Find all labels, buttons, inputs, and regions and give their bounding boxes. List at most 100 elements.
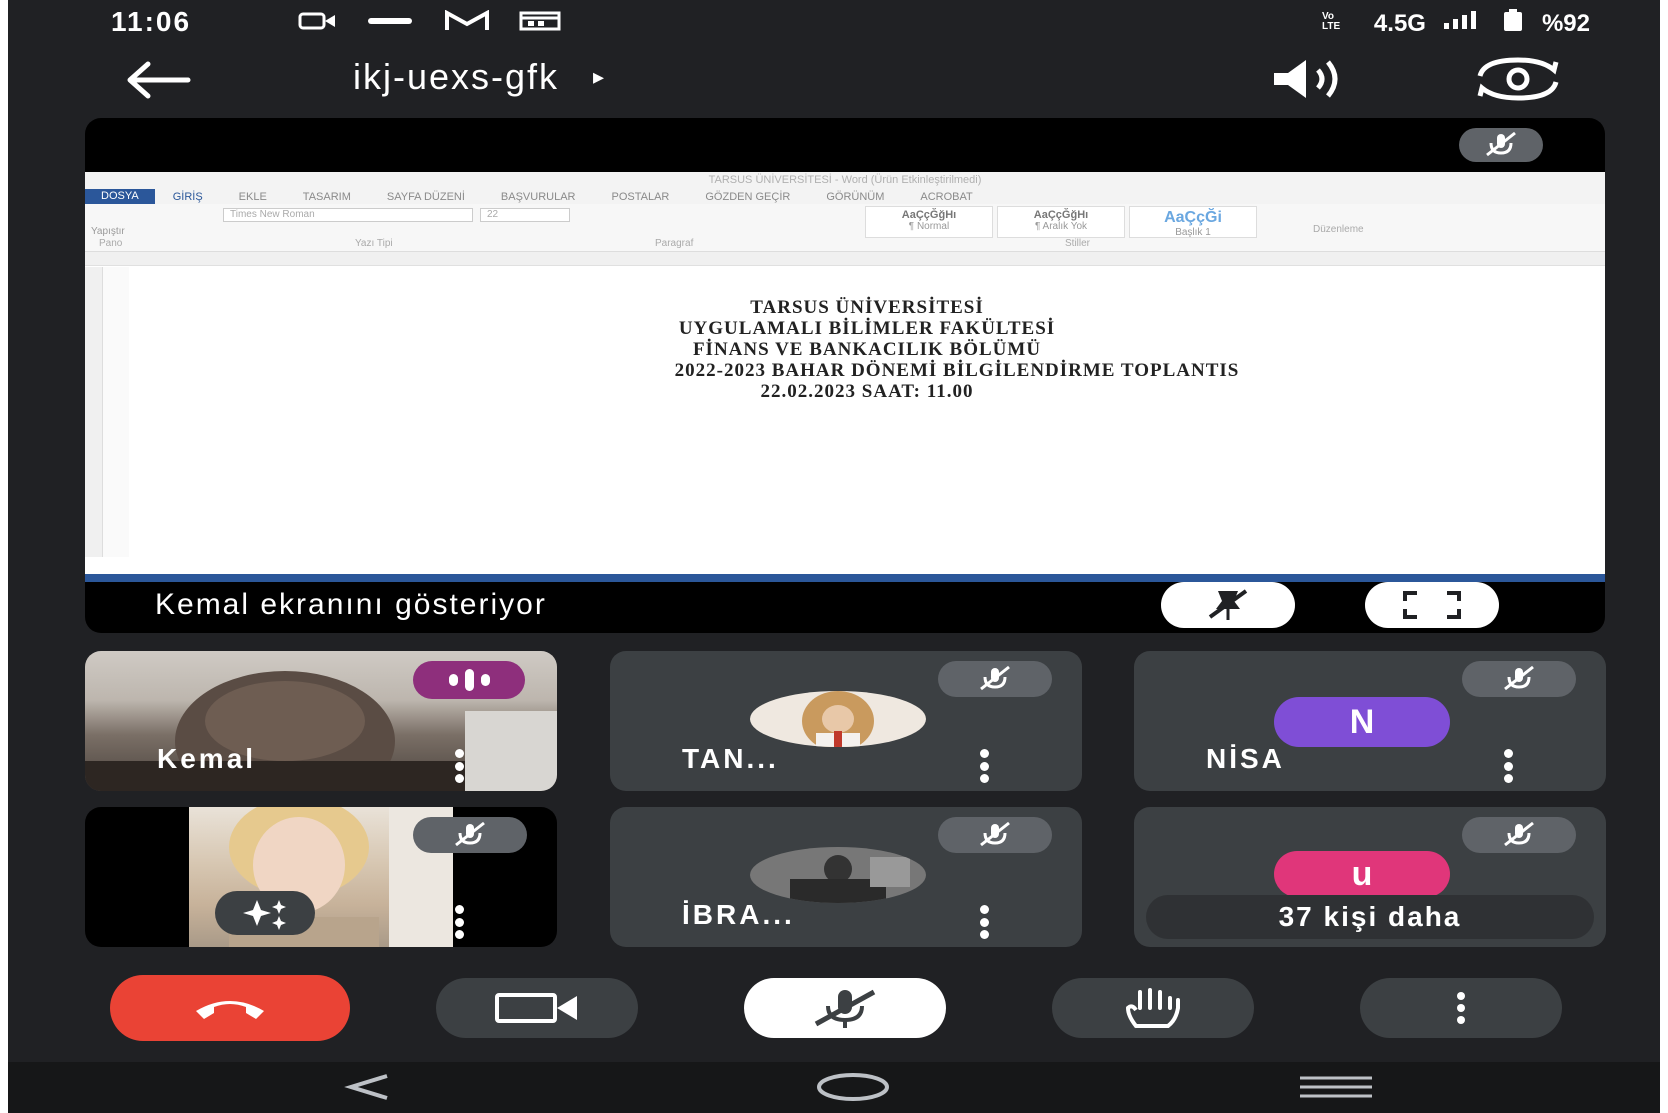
word-tab-giris: GİRİŞ — [172, 190, 203, 203]
participant-avatar — [750, 691, 926, 747]
participant-options-button[interactable] — [449, 749, 469, 783]
unpin-button[interactable] — [1161, 582, 1295, 628]
participant-options-button[interactable] — [1498, 749, 1518, 783]
mic-off-icon — [980, 665, 1010, 691]
self-options-button[interactable] — [449, 905, 469, 939]
nav-recents-button[interactable] — [1296, 1070, 1376, 1104]
switch-camera-button[interactable] — [1470, 54, 1566, 104]
back-arrow-icon — [127, 61, 191, 99]
camera-button[interactable] — [436, 978, 638, 1038]
effects-button[interactable] — [215, 891, 315, 935]
fullscreen-button[interactable] — [1365, 582, 1499, 628]
self-view-tile[interactable] — [85, 807, 557, 947]
word-font-name: Times New Roman — [223, 208, 473, 222]
nav-home-button[interactable] — [813, 1070, 893, 1104]
doc-line: FİNANS VE BANKACILIK BÖLÜMÜ — [692, 339, 1042, 360]
participant-tile-ibra[interactable]: İBRA... — [610, 807, 1082, 947]
audio-bar — [480, 674, 490, 686]
word-title: TARSUS ÜNİVERSİTESİ - Word (Ürün Etkinle… — [708, 174, 982, 186]
word-font-size: 22 — [480, 208, 570, 222]
word-style-name: Başlık 1 — [1175, 227, 1211, 238]
meet-screen: 11:06 Vo LTE 4.5G %92 ikj-uexs-gfk ▸ TAR… — [8, 0, 1660, 1113]
word-style-name: ¶ Normal — [908, 221, 950, 232]
word-tab-postalar: POSTALAR — [611, 190, 670, 203]
audio-bar — [448, 674, 458, 686]
word-style-sample: AaÇçĞğHı — [901, 209, 957, 221]
participant-avatar: N — [1274, 697, 1450, 747]
word-style-normal: AaÇçĞğHı ¶ Normal — [865, 206, 993, 238]
network-type: 4.5G — [1373, 9, 1426, 37]
meeting-header: ikj-uexs-gfk ▸ — [8, 46, 1660, 116]
nav-home-icon — [817, 1073, 889, 1101]
more-options-button[interactable] — [1360, 978, 1562, 1038]
screen-share-tile[interactable]: TARSUS ÜNİVERSİTESİ - Word (Ürün Etkinle… — [85, 118, 1605, 633]
participant-name: TAN... — [682, 743, 779, 774]
status-notification-icons — [298, 10, 562, 32]
mic-off-icon — [1504, 821, 1534, 847]
doc-line: UYGULAMALI BİLİMLER FAKÜLTESİ — [678, 318, 1056, 339]
participant-avatar — [750, 847, 926, 903]
more-participants-tile[interactable]: u 37 kişi daha — [1134, 807, 1606, 947]
word-group-pano: Pano — [99, 238, 123, 249]
nav-recents-icon — [1300, 1076, 1372, 1098]
word-ribbon-tabs: DOSYA GİRİŞ EKLE TASARIM SAYFA DÜZENİ BA… — [85, 189, 1605, 204]
participant-mute-badge — [938, 817, 1052, 853]
word-group-stiller: Stiller — [1065, 238, 1091, 249]
speaker-button[interactable] — [1266, 56, 1356, 102]
participant-tile-tan[interactable]: TAN... — [610, 651, 1082, 791]
word-style-sample: AaÇçĞi — [1164, 209, 1222, 226]
gmail-icon — [444, 10, 490, 32]
signal-icon — [1440, 9, 1484, 38]
participant-mute-badge — [1462, 661, 1576, 697]
word-style-sample: AaÇçĞğHı — [1033, 209, 1089, 221]
word-vertical-ruler — [85, 267, 103, 557]
word-title-bar: TARSUS ÜNİVERSİTESİ - Word (Ürün Etkinle… — [85, 172, 1605, 189]
microphone-button[interactable] — [744, 978, 946, 1038]
word-tab-acrobat: ACROBAT — [920, 190, 973, 203]
back-button[interactable] — [118, 58, 198, 102]
video-camera-icon — [495, 993, 577, 1023]
word-tab-sayfa-duzeni: SAYFA DÜZENİ — [386, 190, 465, 203]
mic-off-icon — [455, 821, 485, 847]
pin-off-icon — [1208, 589, 1248, 620]
shared-word-window: TARSUS ÜNİVERSİTESİ - Word (Ürün Etkinle… — [85, 172, 1605, 582]
calendar-icon — [518, 10, 562, 32]
raise-hand-button[interactable] — [1052, 978, 1254, 1038]
battery-percent: %92 — [1541, 9, 1590, 37]
hand-icon — [1126, 988, 1180, 1028]
battery-icon — [1498, 8, 1528, 39]
word-ruler — [85, 252, 1605, 266]
participant-name: İBRA... — [682, 899, 795, 930]
meeting-code-button[interactable]: ikj-uexs-gfk ▸ — [353, 56, 606, 98]
meeting-info-arrow: ▸ — [593, 64, 607, 89]
word-group-paragraf: Paragraf — [655, 238, 694, 249]
share-footer: Kemal ekranını gösteriyor — [85, 582, 1605, 633]
speaking-indicator — [413, 661, 525, 699]
volte-icon: Vo LTE — [1320, 9, 1360, 38]
status-time: 11:06 — [111, 6, 192, 37]
doc-line: 2022-2023 BAHAR DÖNEMİ BİLGİLENDİRME TOP… — [674, 360, 1240, 381]
end-call-button[interactable] — [110, 975, 350, 1041]
doc-line: TARSUS ÜNİVERSİTESİ — [750, 297, 984, 318]
word-document-area: TARSUS ÜNİVERSİTESİ UYGULAMALI BİLİMLER … — [85, 267, 1605, 557]
word-page: TARSUS ÜNİVERSİTESİ UYGULAMALI BİLİMLER … — [129, 267, 1605, 557]
system-nav-bar — [8, 1062, 1660, 1113]
self-mute-badge — [413, 817, 527, 853]
mic-off-icon — [1504, 665, 1534, 691]
word-tab-gozden-gecir: GÖZDEN GEÇİR — [705, 190, 791, 203]
participant-options-button[interactable] — [974, 749, 994, 783]
participant-tile-kemal[interactable]: Kemal — [85, 651, 557, 791]
sparkle-icon — [243, 900, 286, 930]
nav-back-button[interactable] — [338, 1070, 398, 1104]
word-status-bar — [85, 574, 1605, 582]
word-tab-gorunum: GÖRÜNÜM — [826, 190, 885, 203]
fullscreen-icon — [1403, 591, 1461, 619]
participant-tile-nisa[interactable]: N NİSA — [1134, 651, 1606, 791]
participant-mute-badge — [1462, 817, 1576, 853]
word-tab-ekle: EKLE — [238, 190, 267, 203]
participant-options-button[interactable] — [974, 905, 994, 939]
doc-line: 22.02.2023 SAAT: 11.00 — [760, 381, 974, 402]
mic-off-icon — [980, 821, 1010, 847]
document-text: TARSUS ÜNİVERSİTESİ UYGULAMALI BİLİMLER … — [129, 297, 1605, 402]
svg-text:LTE: LTE — [1322, 21, 1340, 31]
